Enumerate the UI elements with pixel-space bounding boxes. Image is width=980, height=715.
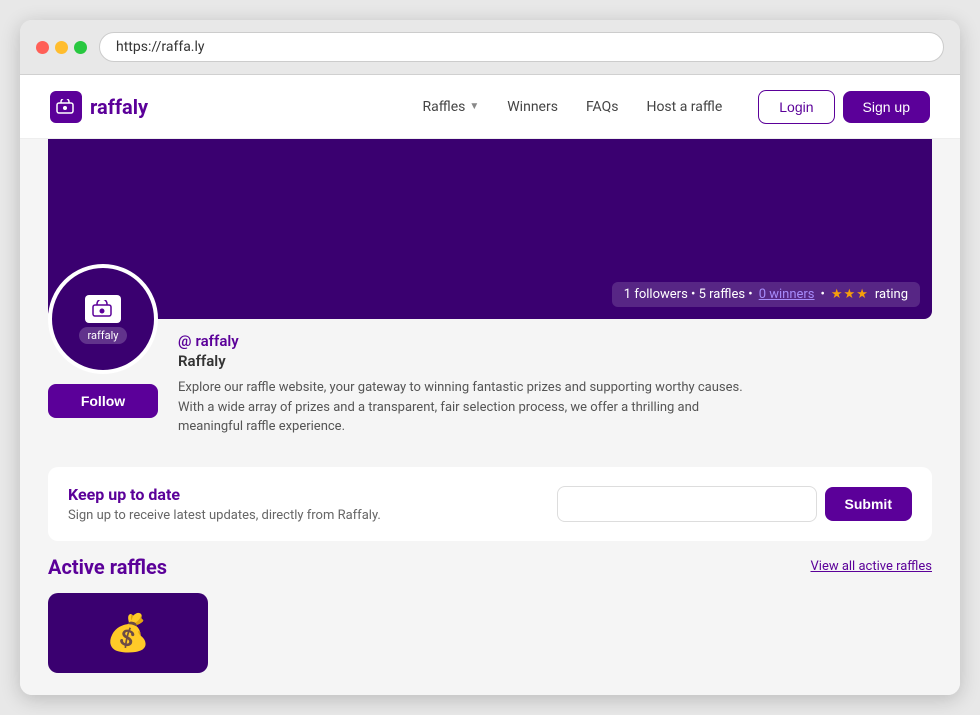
active-raffles-title: Active raffles [48, 555, 167, 579]
login-button[interactable]: Login [758, 90, 834, 124]
rating-label: rating [875, 287, 908, 302]
newsletter-title: Keep up to date [68, 485, 381, 504]
logo-text: raffaly [90, 95, 148, 119]
follow-button[interactable]: Follow [48, 384, 158, 418]
newsletter-submit-button[interactable]: Submit [825, 487, 912, 521]
stats-text: 1 followers • 5 raffles • [624, 287, 753, 302]
nav-faqs[interactable]: FAQs [574, 91, 631, 123]
nav-raffles[interactable]: Raffles ▼ [411, 91, 492, 123]
profile-name: Raffaly [178, 352, 932, 370]
newsletter-description: Sign up to receive latest updates, direc… [68, 508, 381, 523]
logo[interactable]: raffaly [50, 91, 148, 123]
avatar-inner: raffaly [79, 295, 126, 344]
profile-handle-link[interactable]: @raffaly [178, 332, 239, 350]
profile-section: raffaly Follow @raffaly Raffaly Explore … [48, 319, 932, 457]
newsletter-form: Submit [557, 486, 912, 522]
address-bar[interactable]: https://raffa.ly [99, 32, 944, 62]
hero-banner: 1 followers • 5 raffles • 0 winners • ★★… [48, 139, 932, 319]
avatar-icon-box [85, 295, 121, 323]
close-button[interactable] [36, 41, 49, 54]
minimize-button[interactable] [55, 41, 68, 54]
raffle-card[interactable]: 💰 [48, 593, 208, 673]
profile-handle-text: raffaly [195, 332, 238, 350]
stats-bar: 1 followers • 5 raffles • 0 winners • ★★… [612, 282, 920, 307]
avatar-container: raffaly Follow [48, 264, 158, 418]
newsletter-text: Keep up to date Sign up to receive lates… [68, 485, 381, 523]
signup-button[interactable]: Sign up [843, 91, 930, 123]
section-header: Active raffles View all active raffles [48, 555, 932, 579]
winners-link[interactable]: 0 winners [759, 287, 815, 302]
stats-separator: • [821, 287, 825, 302]
newsletter-section: Keep up to date Sign up to receive lates… [48, 467, 932, 541]
stars-icon: ★★★ [831, 287, 869, 302]
nav-links: Raffles ▼ Winners FAQs Host a raffle [411, 91, 735, 123]
nav-winners[interactable]: Winners [495, 91, 570, 123]
maximize-button[interactable] [74, 41, 87, 54]
avatar-tag: raffaly [79, 327, 126, 344]
navbar: raffaly Raffles ▼ Winners FAQs Host a ra… [20, 75, 960, 139]
nav-actions: Login Sign up [758, 90, 930, 124]
chevron-down-icon: ▼ [469, 101, 479, 112]
avatar: raffaly [48, 264, 158, 374]
at-sign: @ [178, 332, 191, 350]
view-all-raffles-link[interactable]: View all active raffles [811, 559, 933, 574]
profile-info: @raffaly Raffaly Explore our raffle webs… [178, 319, 932, 437]
traffic-lights [36, 41, 87, 54]
newsletter-email-input[interactable] [557, 486, 817, 522]
logo-icon [50, 91, 82, 123]
profile-bio: Explore our raffle website, your gateway… [178, 378, 758, 437]
active-raffles-section: Active raffles View all active raffles 💰 [48, 555, 932, 673]
nav-host-raffle[interactable]: Host a raffle [634, 91, 734, 123]
